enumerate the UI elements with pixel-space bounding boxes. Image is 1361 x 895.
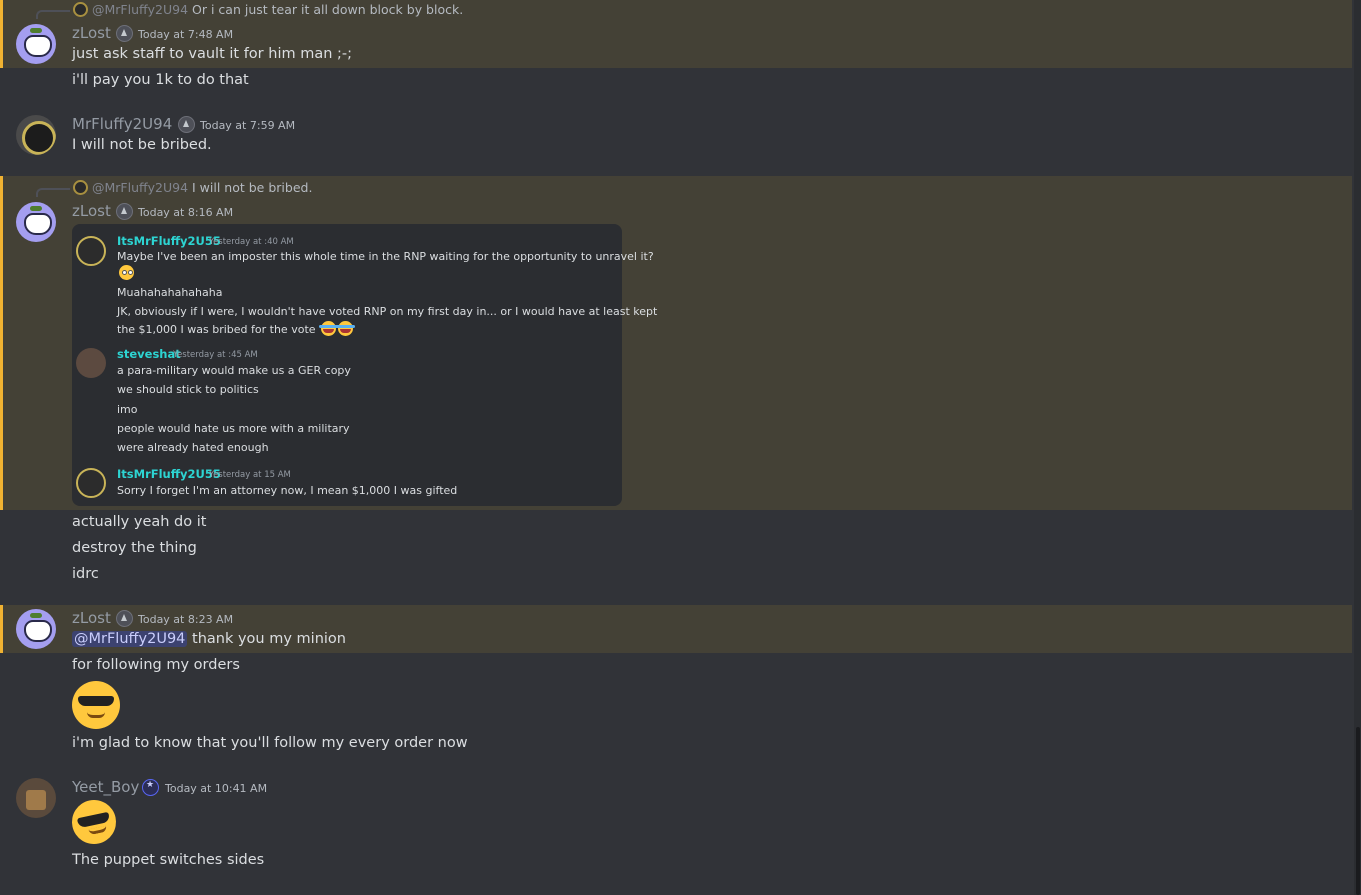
reply-content: Or i can just tear it all down block by … [192, 2, 464, 17]
joy-emoji-icon [319, 321, 339, 336]
message-text: for following my orders [72, 657, 240, 673]
timestamp[interactable]: Today at 10:41 AM [165, 782, 267, 795]
embed-timestamp: Yesterday at 15 AM [209, 470, 291, 480]
reply-username[interactable]: @MrFluffy2U94 [92, 2, 188, 17]
message-text: actually yeah do it [72, 514, 207, 530]
crown-badge-icon[interactable] [116, 610, 133, 627]
crown-badge-icon[interactable] [178, 116, 195, 133]
reply-content: I will not be bribed. [192, 180, 313, 195]
reply-preview[interactable]: @MrFluffy2U94 Or i can just tear it all … [92, 2, 463, 17]
embed-text: Maybe I've been an imposter this whole t… [117, 250, 654, 263]
message-text-with-mention: @MrFluffy2U94 thank you my minion [72, 631, 346, 647]
avatar[interactable] [16, 778, 56, 818]
flushed-emoji-icon [119, 265, 134, 280]
username[interactable]: zLost [72, 24, 111, 42]
username[interactable]: Yeet_Boy [72, 778, 139, 796]
embed-username: steveshat [117, 347, 181, 361]
reply-username[interactable]: @MrFluffy2U94 [92, 180, 188, 195]
message-text: idrc [72, 566, 99, 582]
embed-text: we should stick to politics [117, 383, 259, 396]
embed-avatar [76, 468, 106, 498]
message-text: i'll pay you 1k to do that [72, 72, 249, 88]
chat-message-list: @MrFluffy2U94 Or i can just tear it all … [0, 0, 1361, 895]
message-text: just ask staff to vault it for him man ;… [72, 46, 353, 62]
timestamp[interactable]: Today at 7:59 AM [200, 119, 295, 132]
crown-badge-icon[interactable] [116, 25, 133, 42]
reply-avatar[interactable] [73, 180, 88, 195]
embed-text: people would hate us more with a militar… [117, 422, 350, 435]
avatar[interactable] [16, 24, 56, 64]
embed-avatar [76, 236, 106, 266]
embed-timestamp: Yesterday at :45 AM [173, 350, 258, 360]
message-text: i'm glad to know that you'll follow my e… [72, 735, 468, 751]
screenshot-embed[interactable]: ItsMrFluffy2U55 Yesterday at :40 AM Mayb… [72, 224, 657, 506]
embed-text: Sorry I forget I'm an attorney now, I me… [117, 484, 458, 497]
scrollbar-thumb[interactable] [1356, 727, 1360, 895]
embed-text: JK, obviously if I were, I wouldn't have… [117, 305, 658, 318]
user-mention[interactable]: @MrFluffy2U94 [72, 631, 188, 647]
timestamp[interactable]: Today at 8:16 AM [138, 206, 233, 219]
reply-preview[interactable]: @MrFluffy2U94 I will not be bribed. [92, 180, 312, 195]
username[interactable]: zLost [72, 609, 111, 627]
sunglasses-emoji-icon[interactable] [72, 681, 120, 729]
reply-spine [36, 10, 70, 19]
reply-spine [36, 188, 70, 197]
username[interactable]: zLost [72, 202, 111, 220]
message-text: The puppet switches sides [72, 852, 265, 868]
message-text: destroy the thing [72, 540, 197, 556]
username[interactable]: MrFluffy2U94 [72, 115, 172, 133]
embed-text: were already hated enough [117, 441, 269, 454]
embed-avatar [76, 348, 106, 378]
message-text: thank you my minion [192, 631, 346, 647]
joy-emoji-icon [336, 321, 356, 336]
avatar[interactable] [16, 115, 56, 155]
embed-text: a para-military would make us a GER copy [117, 364, 351, 377]
embed-emoji-line [117, 265, 134, 280]
timestamp[interactable]: Today at 8:23 AM [138, 613, 233, 626]
reply-avatar[interactable] [73, 2, 88, 17]
sunglasses-emoji-tilted-icon[interactable] [67, 795, 121, 849]
embed-text: Muahahahahahaha [117, 286, 223, 299]
crown-badge-icon[interactable] [116, 203, 133, 220]
embed-text: the $1,000 I was bribed for the vote [117, 323, 316, 336]
embed-text: imo [117, 403, 138, 416]
star-badge-icon[interactable] [142, 779, 159, 796]
embed-timestamp: Yesterday at :40 AM [209, 237, 294, 247]
avatar[interactable] [16, 609, 56, 649]
avatar[interactable] [16, 202, 56, 242]
embed-username: ItsMrFluffy2U55 [117, 467, 221, 481]
timestamp[interactable]: Today at 7:48 AM [138, 28, 233, 41]
embed-username: ItsMrFluffy2U55 [117, 234, 221, 248]
embed-text-with-emoji: the $1,000 I was bribed for the vote [117, 321, 356, 336]
message-text: I will not be bribed. [72, 137, 212, 153]
